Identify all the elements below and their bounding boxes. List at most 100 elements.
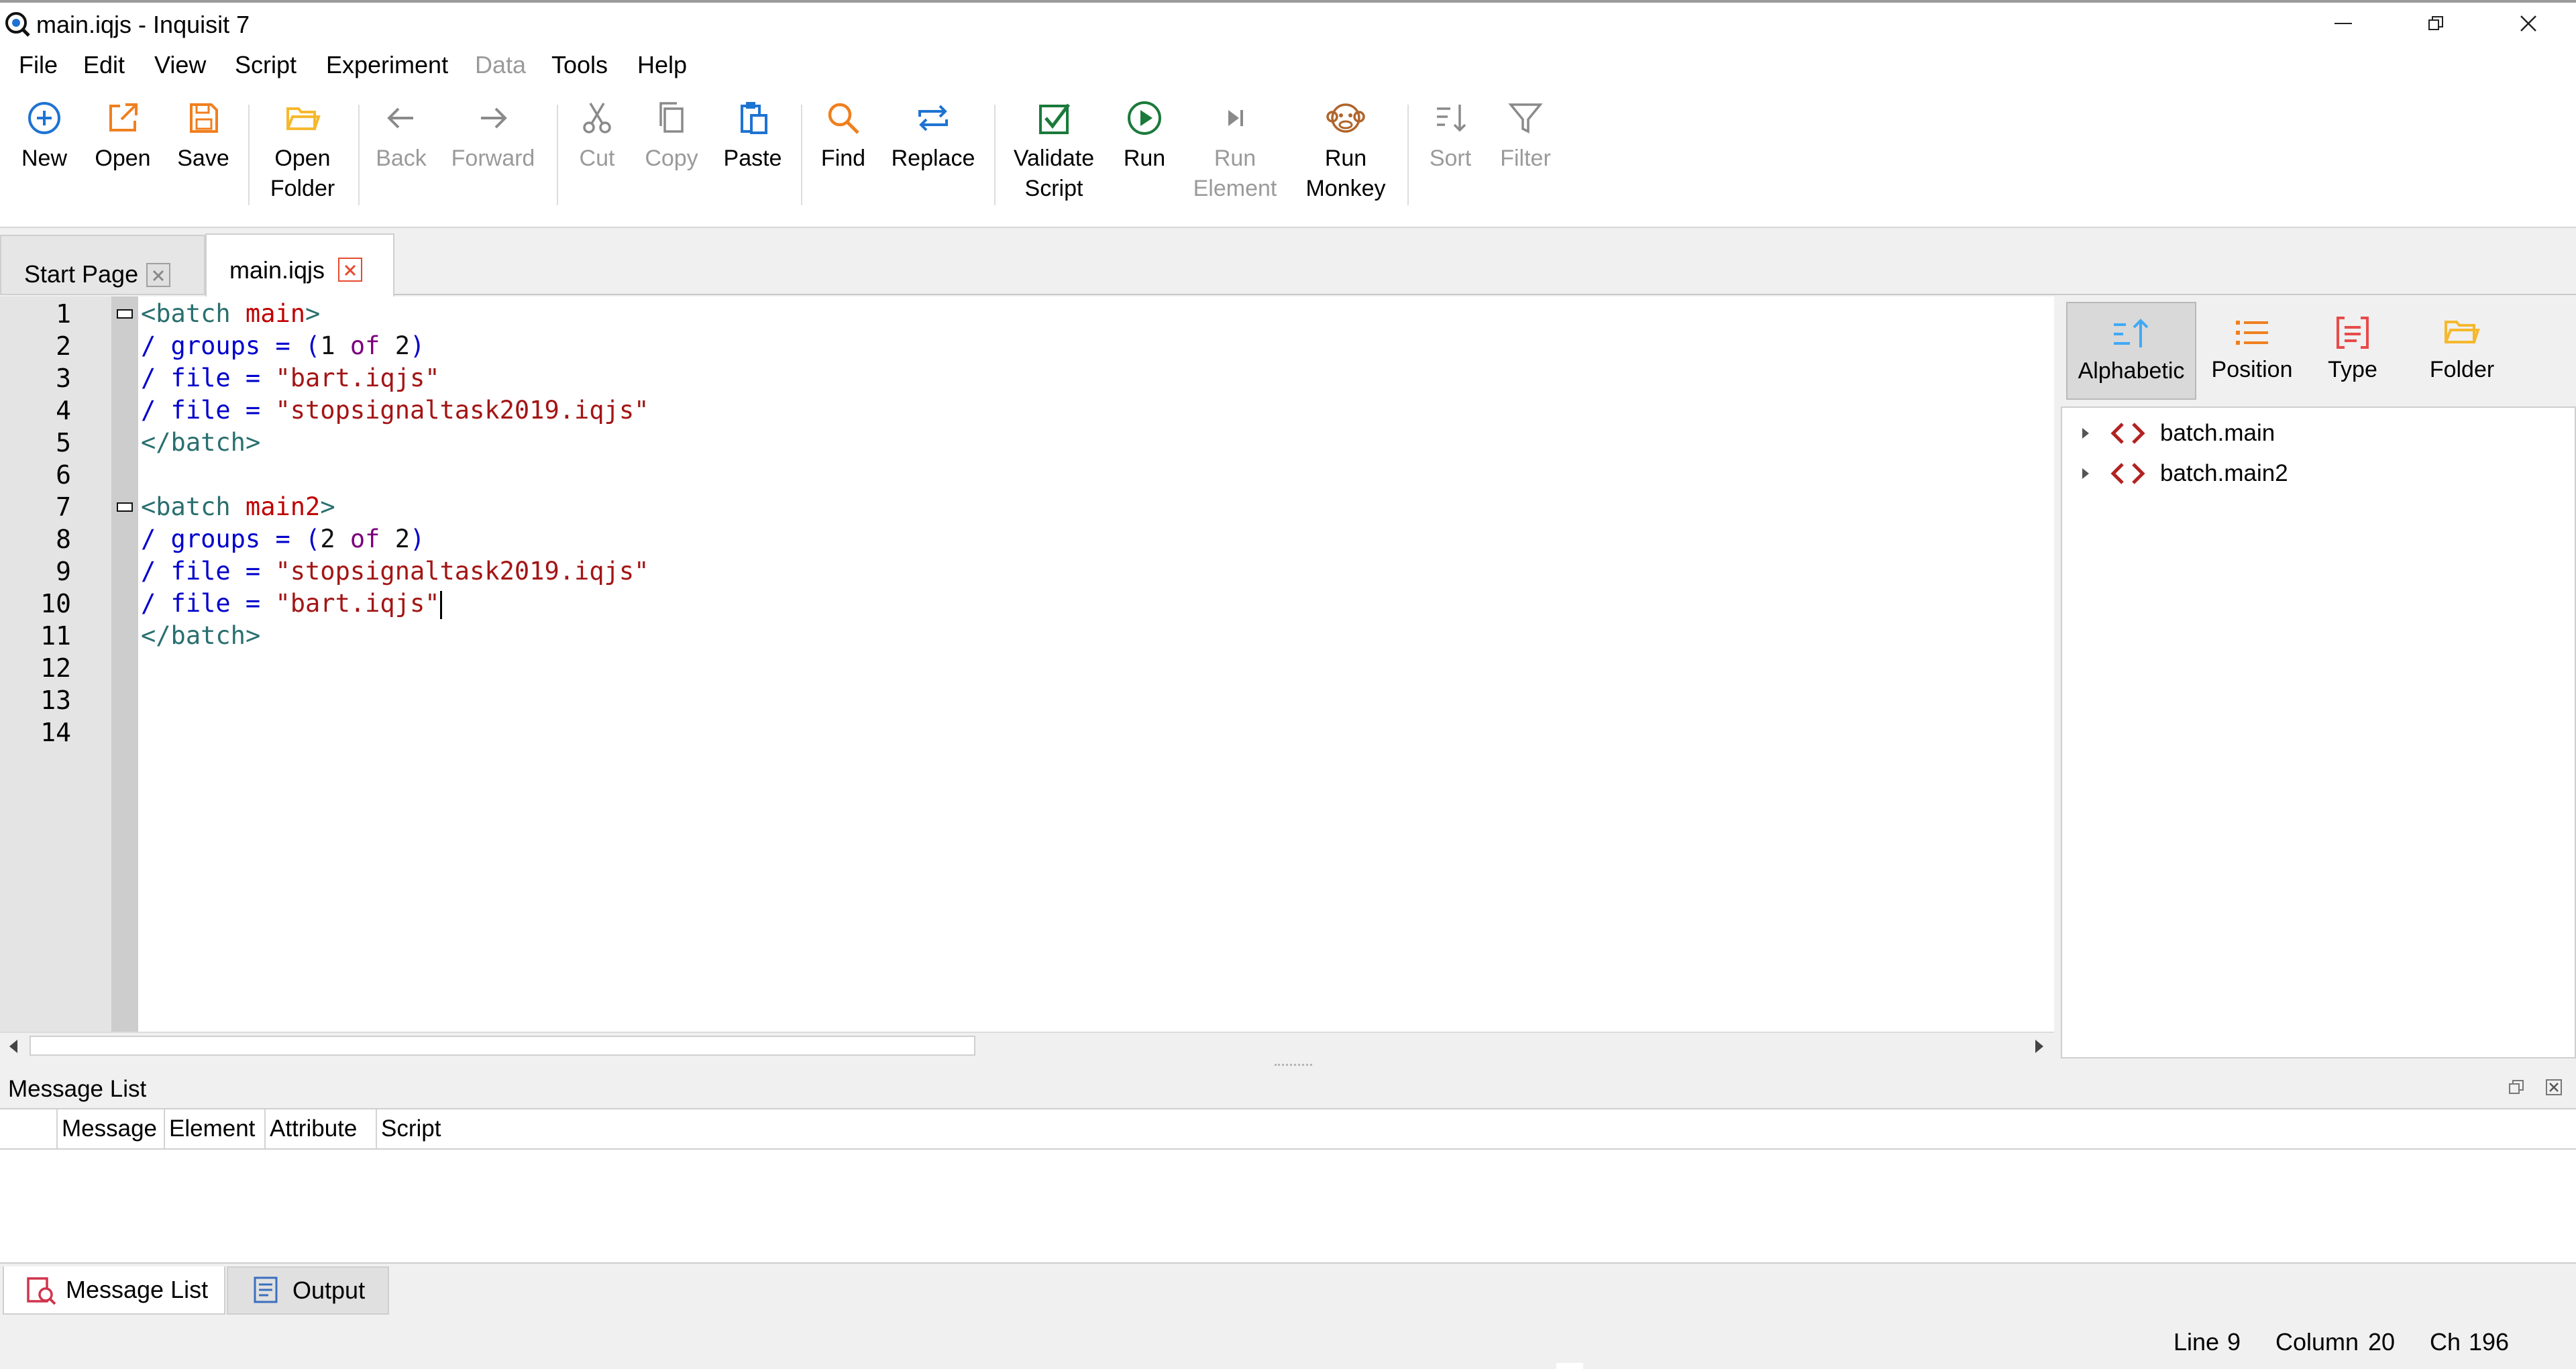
fold-collapse-toggle[interactable] [117, 309, 133, 319]
message-list-icon [27, 1277, 56, 1305]
column-header-message[interactable]: Message [56, 1109, 164, 1148]
new-button[interactable]: New [16, 98, 72, 174]
menu-tools[interactable]: Tools [551, 50, 608, 80]
restore-button[interactable] [2390, 3, 2482, 44]
line-number: 6 [56, 460, 71, 490]
open-folder-label-1: Open [274, 146, 331, 171]
validate-script-button[interactable]: Validate Script [1010, 98, 1097, 204]
column-header-script[interactable]: Script [376, 1109, 470, 1148]
filter-button[interactable]: Filter [1493, 98, 1558, 174]
folder-icon [286, 107, 321, 130]
message-list-body[interactable] [0, 1150, 2576, 1264]
tab-close-button[interactable] [338, 258, 362, 282]
expand-arrow-icon[interactable] [2078, 464, 2093, 483]
minimize-button[interactable] [2297, 3, 2390, 44]
status-column-label: Column [2275, 1328, 2359, 1356]
close-icon [152, 270, 164, 282]
cut-button[interactable]: Cut [572, 98, 623, 174]
back-label: Back [376, 146, 427, 171]
forward-button[interactable]: Forward [449, 98, 537, 174]
horizontal-splitter-grip[interactable] [1275, 1064, 1312, 1070]
type-brackets-icon [2337, 317, 2369, 349]
forward-label: Forward [451, 146, 535, 171]
scroll-right-icon[interactable] [2033, 1038, 2046, 1054]
position-label: Position [2211, 357, 2293, 382]
tab-close-button[interactable] [146, 263, 170, 287]
menu-script[interactable]: Script [235, 50, 297, 80]
save-disk-icon [190, 103, 218, 133]
status-grip [1556, 1363, 1583, 1369]
open-folder-button[interactable]: Open Folder [266, 98, 339, 204]
fold-collapse-toggle[interactable] [117, 502, 133, 512]
document-tab-bar: Start Page main.iqjs [0, 228, 2576, 296]
open-label: Open [95, 146, 151, 171]
column-header-attribute[interactable]: Attribute [264, 1109, 376, 1148]
new-label: New [21, 146, 68, 171]
tab-output[interactable]: Output [227, 1266, 389, 1315]
paste-button[interactable]: Paste [720, 98, 785, 174]
menu-edit[interactable]: Edit [83, 50, 125, 80]
tab-message-list[interactable]: Message List [3, 1266, 225, 1315]
paste-clipboard-icon [741, 102, 767, 134]
open-folder-label-2: Folder [270, 176, 335, 201]
sort-button[interactable]: Sort [1425, 98, 1476, 174]
paste-label: Paste [723, 146, 782, 171]
menu-view[interactable]: View [154, 50, 206, 80]
validate-check-icon [1039, 103, 1070, 134]
toolbar-separator [248, 105, 250, 205]
menu-data[interactable]: Data [475, 50, 526, 80]
element-tree[interactable]: batch.main batch.main2 [2061, 406, 2576, 1058]
back-button[interactable]: Back [373, 98, 429, 174]
status-line-label: Line [2174, 1328, 2220, 1356]
close-window-button[interactable] [2482, 3, 2575, 44]
close-icon [2520, 15, 2536, 32]
tab-start-page[interactable]: Start Page [0, 235, 205, 295]
message-list-header: Message Element Attribute Script [0, 1108, 2576, 1150]
run-button[interactable]: Run [1116, 98, 1173, 174]
copy-button[interactable]: Copy [640, 98, 703, 174]
run-monkey-button[interactable]: Run Monkey [1301, 98, 1390, 204]
sort-position-button[interactable]: Position [2202, 302, 2302, 400]
horizontal-scrollbar[interactable] [0, 1032, 2054, 1058]
run-element-button[interactable]: Run Element [1191, 98, 1279, 204]
menu-bar: File Edit View Script Experiment Data To… [0, 44, 2576, 86]
replace-button[interactable]: Replace [890, 98, 977, 174]
copy-label: Copy [645, 146, 698, 171]
close-panel-icon[interactable] [2545, 1079, 2563, 1096]
open-external-icon [109, 103, 138, 131]
restore-icon [2428, 16, 2443, 30]
code-line: </batch> [141, 621, 261, 650]
line-number: 2 [56, 331, 71, 361]
tab-start-page-label: Start Page [24, 260, 139, 288]
expand-arrow-icon[interactable] [2078, 424, 2093, 443]
scrollbar-thumb[interactable] [30, 1036, 975, 1056]
scroll-left-icon[interactable] [7, 1038, 20, 1054]
open-button[interactable]: Open [93, 98, 153, 174]
code-editor[interactable]: 1 2 3 4 5 6 7 8 9 10 11 12 13 14 <batch … [0, 296, 2054, 1033]
save-button[interactable]: Save [174, 98, 232, 174]
code-line: / groups = (2 of 2) [141, 525, 425, 553]
code-line: <batch main> [141, 299, 321, 328]
menu-experiment[interactable]: Experiment [326, 50, 448, 80]
message-list-title: Message List [8, 1076, 147, 1102]
line-number: 7 [56, 492, 71, 522]
search-icon [828, 103, 859, 134]
sort-type-button[interactable]: Type [2309, 302, 2396, 400]
column-header-element[interactable]: Element [164, 1109, 264, 1148]
vertical-splitter[interactable] [2054, 296, 2061, 1058]
validate-label-1: Validate [1013, 146, 1095, 171]
sort-alpha-icon [2114, 319, 2149, 347]
minimize-icon [2334, 23, 2352, 24]
tree-item-batch-main[interactable]: batch.main [2078, 415, 2275, 452]
menu-help[interactable]: Help [637, 50, 687, 80]
float-panel-icon[interactable] [2508, 1079, 2525, 1096]
code-line: </batch> [141, 428, 261, 457]
find-button[interactable]: Find [814, 98, 872, 174]
tree-item-label: batch.main2 [2160, 460, 2288, 486]
sort-alphabetic-button[interactable]: Alphabetic [2066, 302, 2196, 400]
run-monkey-label-2: Monkey [1305, 176, 1386, 201]
tree-item-batch-main2[interactable]: batch.main2 [2078, 455, 2288, 492]
sort-folder-button[interactable]: Folder [2415, 302, 2509, 400]
menu-file[interactable]: File [19, 50, 58, 80]
tab-main-iqjs[interactable]: main.iqjs [205, 233, 394, 296]
